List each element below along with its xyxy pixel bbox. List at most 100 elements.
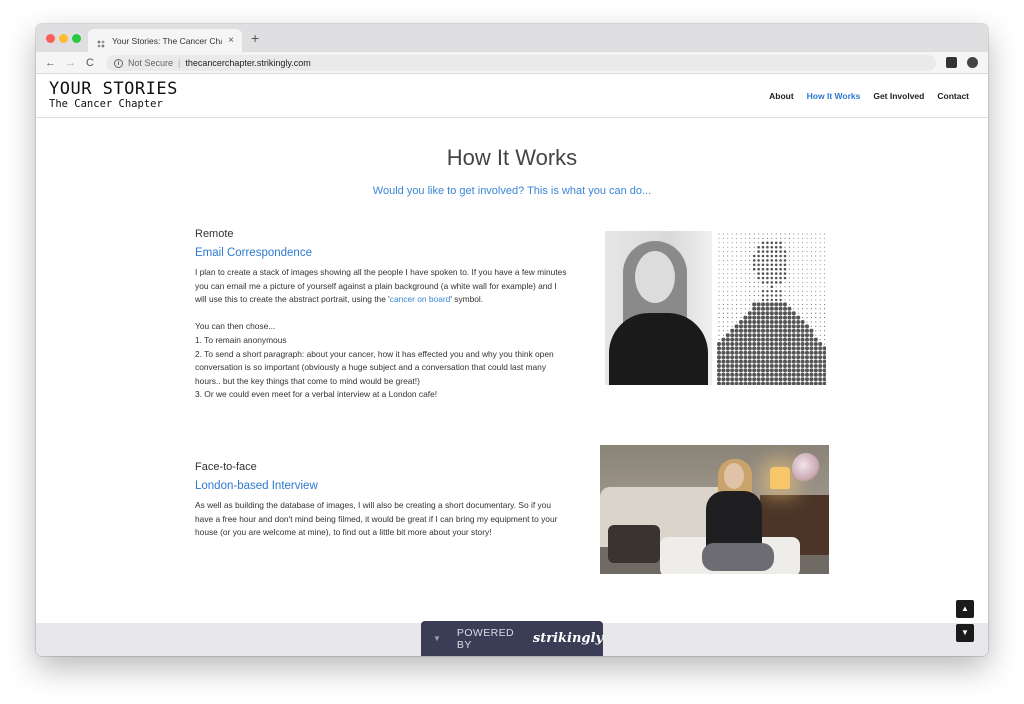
halftone-dot <box>727 281 729 283</box>
collapse-arrow-icon[interactable]: ▼ <box>433 634 441 643</box>
halftone-dot <box>718 246 720 248</box>
cancer-on-board-link[interactable]: cancer on board <box>390 294 451 304</box>
halftone-dot <box>731 312 733 314</box>
halftone-dot <box>779 281 782 284</box>
halftone-dot <box>810 299 812 301</box>
halftone-dot <box>797 303 799 305</box>
halftone-dot <box>810 242 812 244</box>
halftone-dot <box>752 368 757 373</box>
halftone-dot <box>753 295 755 297</box>
halftone-dot <box>740 259 742 261</box>
remote-intro-paragraph: I plan to create a stack of images showi… <box>195 266 570 307</box>
halftone-dot <box>778 320 783 324</box>
halftone-dot <box>815 277 817 279</box>
halftone-dot <box>770 290 773 293</box>
face-to-face-section-label: Face-to-face <box>195 461 257 473</box>
forward-button[interactable]: → <box>65 56 76 70</box>
halftone-dot <box>809 337 814 342</box>
halftone-dot <box>752 306 757 311</box>
halftone-dot <box>802 273 804 275</box>
halftone-dot <box>747 372 752 377</box>
halftone-dot <box>787 350 792 355</box>
omnibox-separator: | <box>178 58 181 68</box>
download-extension-icon[interactable] <box>967 57 978 68</box>
halftone-dot <box>774 333 779 338</box>
halftone-dot <box>779 263 782 267</box>
halftone-dot <box>778 377 783 382</box>
close-window-button[interactable] <box>46 34 55 43</box>
halftone-dot <box>761 324 765 329</box>
halftone-dot <box>813 337 818 342</box>
halftone-dot <box>765 311 770 316</box>
halftone-dot <box>766 237 768 239</box>
halftone-dot <box>757 259 760 262</box>
strikingly-logo[interactable]: strikingly <box>533 631 603 646</box>
halftone-dot <box>740 295 742 297</box>
halftone-dot <box>810 246 812 248</box>
halftone-dot <box>770 281 774 284</box>
halftone-dot <box>752 346 757 351</box>
halftone-dot <box>810 325 812 327</box>
halftone-dot <box>774 381 779 386</box>
london-interview-heading: London-based Interview <box>195 480 318 492</box>
halftone-dot <box>752 311 757 316</box>
halftone-dot <box>819 233 821 235</box>
halftone-dot <box>718 334 720 336</box>
scroll-up-button[interactable]: ▲ <box>956 600 974 618</box>
halftone-dot <box>743 328 748 333</box>
halftone-dot <box>736 299 738 301</box>
tab-close-icon[interactable]: × <box>228 35 234 46</box>
halftone-dot <box>802 255 804 257</box>
halftone-dot <box>779 254 782 258</box>
powered-by-badge[interactable]: ▼ POWERED BY strikingly <box>421 621 603 656</box>
halftone-dot <box>797 286 799 288</box>
maximize-window-button[interactable] <box>72 34 81 43</box>
halftone-dot <box>783 342 787 346</box>
halftone-dot <box>805 364 809 368</box>
halftone-dot <box>761 355 765 360</box>
halftone-dot <box>788 286 790 288</box>
halftone-dot <box>753 246 755 248</box>
address-bar[interactable]: i Not Secure | thecancerchapter.striking… <box>106 55 936 71</box>
halftone-dot <box>740 246 742 248</box>
halftone-dot <box>761 320 765 324</box>
halftone-dot <box>740 273 742 275</box>
nav-link-contact[interactable]: Contact <box>937 91 969 101</box>
reload-button[interactable]: C <box>86 56 94 70</box>
minimize-window-button[interactable] <box>59 34 68 43</box>
halftone-dot <box>758 233 760 235</box>
nav-link-get-involved[interactable]: Get Involved <box>873 91 924 101</box>
halftone-dot <box>774 364 779 368</box>
browser-tab[interactable]: Your Stories: The Cancer Chap × <box>88 29 242 52</box>
halftone-dot <box>731 317 733 319</box>
info-icon[interactable]: i <box>114 58 123 68</box>
nav-link-about[interactable]: About <box>769 91 794 101</box>
halftone-dot <box>813 372 818 377</box>
halftone-dot <box>766 245 769 249</box>
halftone-dot <box>761 272 765 275</box>
halftone-dot <box>824 330 826 332</box>
site-brand-title[interactable]: YOUR STORIES <box>49 79 178 99</box>
halftone-dot <box>766 290 769 293</box>
halftone-dot <box>787 315 792 320</box>
halftone-dot <box>731 321 733 323</box>
halftone-dot <box>740 281 742 283</box>
halftone-dot <box>783 381 787 386</box>
halftone-dot <box>787 337 792 342</box>
site-brand-subtitle[interactable]: The Cancer Chapter <box>49 98 163 110</box>
nav-link-how-it-works[interactable]: How It Works <box>807 91 861 101</box>
new-tab-button[interactable]: + <box>251 30 259 46</box>
halftone-dot <box>793 255 795 257</box>
halftone-dot <box>818 346 823 351</box>
halftone-dot <box>810 251 812 253</box>
halftone-dot <box>774 346 779 351</box>
halftone-dot <box>783 254 787 258</box>
profile-extension-icon[interactable] <box>946 57 957 68</box>
halftone-dot <box>822 377 827 382</box>
scroll-down-button[interactable]: ▼ <box>956 624 974 642</box>
halftone-dot <box>731 299 733 301</box>
back-button[interactable]: ← <box>45 56 56 70</box>
halftone-dot <box>810 233 812 235</box>
url-text[interactable]: thecancerchapter.strikingly.com <box>185 58 310 68</box>
halftone-dot <box>819 334 821 336</box>
